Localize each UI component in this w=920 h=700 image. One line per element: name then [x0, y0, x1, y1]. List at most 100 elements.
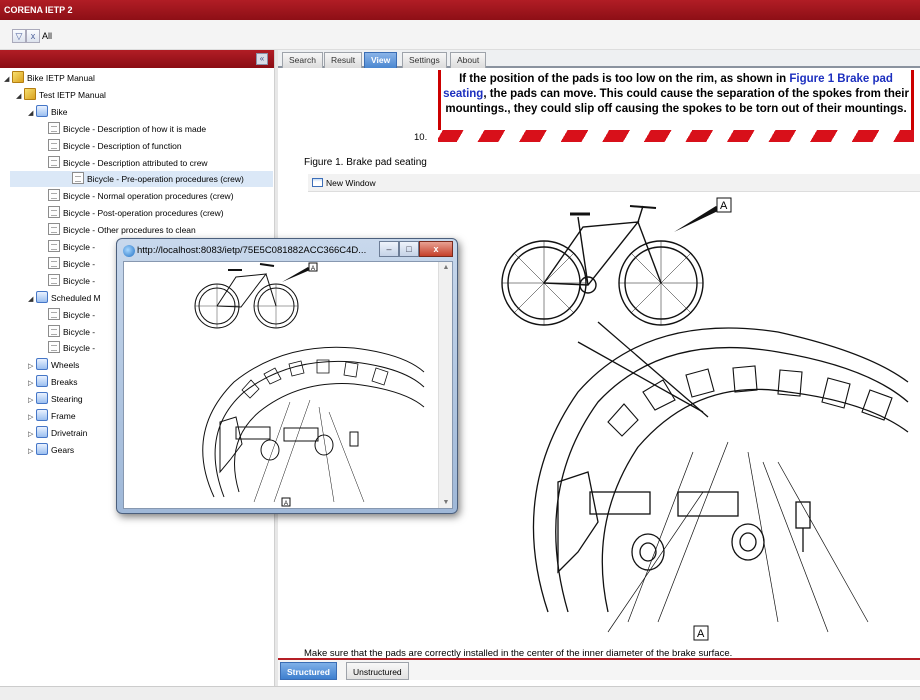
- tab-settings[interactable]: Settings: [402, 52, 447, 68]
- expand-toggle-icon[interactable]: ▷: [28, 427, 36, 443]
- tree-node[interactable]: Bicycle - Description of how it is made: [40, 121, 206, 137]
- tree-node-label: Bicycle - Normal operation procedures (c…: [63, 191, 234, 202]
- book-icon: [24, 87, 36, 100]
- filter-icon[interactable]: ▽: [12, 29, 26, 43]
- bicycle-illustration: [501, 205, 704, 326]
- document-icon: [48, 324, 60, 337]
- book-icon: [12, 71, 24, 83]
- tree-node[interactable]: Bicycle -: [40, 273, 95, 289]
- tab-unstructured[interactable]: Unstructured: [346, 662, 409, 680]
- window-icon: [312, 178, 323, 187]
- document-icon: [48, 223, 60, 236]
- step-number: 10.: [414, 132, 428, 143]
- popup-callout-top: A: [311, 266, 315, 272]
- tree-node-label: Test IETP Manual: [39, 89, 106, 100]
- folder-icon: [36, 290, 48, 303]
- tree-node[interactable]: ◢ Scheduled M: [28, 290, 101, 306]
- tree-node[interactable]: Bicycle -: [40, 340, 95, 356]
- document-icon: [48, 155, 60, 168]
- tree-node-label: Frame: [51, 411, 76, 421]
- tree-node[interactable]: Bicycle - Pre-operation procedures (crew…: [10, 171, 273, 188]
- tree-node[interactable]: ◢ Bike: [28, 104, 68, 120]
- tree-node[interactable]: ▷ Gears: [28, 442, 74, 458]
- folder-icon: [36, 375, 48, 388]
- tree-node-label: Bike IETP Manual: [27, 73, 95, 83]
- expand-toggle-icon[interactable]: ▷: [28, 393, 36, 409]
- tree-node-label: Bike: [51, 106, 68, 117]
- tree-node[interactable]: Bicycle -: [40, 324, 95, 340]
- tab-search[interactable]: Search: [282, 52, 323, 68]
- tree-node-label: Bicycle -: [63, 326, 96, 337]
- tree-node[interactable]: ▷ Breaks: [28, 374, 77, 390]
- status-bar: [0, 686, 920, 700]
- folder-icon: [36, 392, 48, 405]
- tree-node[interactable]: Bicycle -: [40, 307, 95, 323]
- tree-node-label: Bicycle -: [63, 309, 96, 320]
- tree-node[interactable]: ◢ Bike IETP Manual: [4, 70, 95, 86]
- clear-filter-icon[interactable]: x: [26, 29, 40, 43]
- folder-icon: [36, 358, 48, 371]
- tree-node[interactable]: ▷ Frame: [28, 408, 76, 424]
- expand-toggle-icon[interactable]: ▷: [28, 444, 36, 460]
- tree-node-label: Bicycle -: [63, 343, 96, 354]
- ietp-app: CORENA IETP 2 ▽ x All « ◢ Bike IETP Manua…: [0, 0, 920, 700]
- tree-node[interactable]: Bicycle - Post-operation procedures (cre…: [40, 205, 224, 221]
- popup-window[interactable]: http://localhost:8083/ietp/75E5C081882AC…: [116, 238, 458, 514]
- expand-toggle-icon[interactable]: ◢: [28, 106, 36, 122]
- tab-view[interactable]: View: [364, 52, 398, 68]
- document-icon: [48, 206, 60, 219]
- scroll-down-icon: ▼: [442, 499, 450, 506]
- tree-node-label: Bicycle - Post-operation procedures (cre…: [63, 208, 224, 219]
- tab-result[interactable]: Result: [324, 52, 363, 68]
- tab-about[interactable]: About: [450, 52, 487, 68]
- expand-toggle-icon[interactable]: ◢: [4, 72, 12, 88]
- scroll-up-icon: ▲: [442, 264, 450, 271]
- tree-node[interactable]: Bicycle - Description attributed to crew: [40, 155, 208, 171]
- expand-toggle-icon[interactable]: ◢: [28, 292, 36, 308]
- folder-icon: [36, 104, 48, 117]
- filter-toolbar: ▽ x All: [0, 20, 920, 50]
- expand-toggle-icon[interactable]: ▷: [28, 376, 36, 392]
- tree-node-label: Bicycle - Description of function: [63, 140, 182, 151]
- toc-panel-header: «: [0, 50, 274, 68]
- tree-node[interactable]: Bicycle - Description of function: [40, 138, 182, 154]
- tree-node[interactable]: Bicycle - Normal operation procedures (c…: [40, 188, 234, 204]
- tree-node-label: Wheels: [51, 360, 80, 371]
- document-icon: [48, 121, 60, 134]
- tree-node[interactable]: ◢ Test IETP Manual: [16, 87, 106, 103]
- tree-node-label: Bicycle -: [63, 258, 96, 269]
- new-window-button[interactable]: New Window: [312, 177, 376, 189]
- document-icon: [72, 172, 84, 185]
- tree-node-label: Bicycle -: [63, 242, 96, 252]
- tree-node[interactable]: Bicycle -: [40, 256, 95, 272]
- warning-stripes: [438, 130, 914, 142]
- popup-url: http://localhost:8083/ietp/75E5C081882AC…: [137, 245, 367, 256]
- tree-node[interactable]: Bicycle -: [40, 239, 95, 255]
- expand-toggle-icon[interactable]: ◢: [16, 89, 24, 105]
- document-icon: [48, 341, 60, 354]
- app-title: CORENA IETP 2: [4, 5, 73, 15]
- filter-all-label[interactable]: All: [42, 31, 52, 41]
- tree-node[interactable]: ▷ Drivetrain: [28, 425, 87, 441]
- popup-scrollbar[interactable]: ▲ ▼: [438, 262, 452, 508]
- minimize-button[interactable]: –: [379, 241, 399, 257]
- main-tabs: Search Result View Settings About: [278, 50, 920, 68]
- popup-callout-bottom: A: [284, 501, 288, 507]
- document-icon: [48, 240, 60, 252]
- app-title-bar: CORENA IETP 2: [0, 0, 920, 20]
- expand-toggle-icon[interactable]: ▷: [28, 359, 36, 375]
- document-icon: [48, 138, 60, 151]
- tree-node-label: Bicycle -: [63, 275, 96, 286]
- collapse-panel-icon[interactable]: «: [256, 53, 268, 65]
- tree-node[interactable]: ▷ Stearing: [28, 391, 83, 407]
- tree-node-label: Scheduled M: [51, 292, 101, 303]
- tree-node[interactable]: ▷ Wheels: [28, 357, 79, 373]
- expand-toggle-icon[interactable]: ▷: [28, 410, 36, 426]
- maximize-button[interactable]: □: [399, 241, 419, 257]
- tree-node[interactable]: Bicycle - Other procedures to clean: [40, 222, 196, 238]
- tree-node-label: Drivetrain: [51, 427, 88, 438]
- tree-node-label: Gears: [51, 444, 75, 455]
- tree-node-label: Breaks: [51, 377, 78, 388]
- tab-structured[interactable]: Structured: [280, 662, 337, 680]
- close-button[interactable]: x: [419, 241, 453, 257]
